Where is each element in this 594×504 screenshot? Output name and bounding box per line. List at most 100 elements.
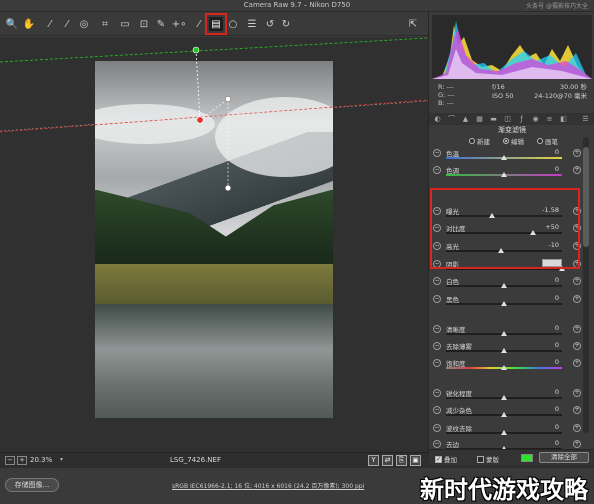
decrease-icon[interactable]: − bbox=[433, 207, 441, 215]
copy-settings-icon[interactable]: ⎘ bbox=[396, 455, 407, 466]
increase-icon[interactable]: + bbox=[573, 224, 581, 232]
decrease-icon[interactable]: − bbox=[433, 149, 441, 157]
spot-removal-tool-icon[interactable]: ✎ bbox=[154, 17, 168, 31]
mode-radio-1[interactable]: 编辑 bbox=[503, 136, 524, 146]
increase-icon[interactable]: + bbox=[573, 440, 581, 448]
mask-checkbox[interactable]: 蒙版 bbox=[477, 454, 499, 464]
slider-thumb[interactable] bbox=[489, 213, 496, 218]
slider-value[interactable]: 0 bbox=[529, 276, 559, 284]
slider-value[interactable]: 0 bbox=[529, 388, 559, 396]
increase-icon[interactable]: + bbox=[573, 149, 581, 157]
slider-value[interactable]: 0 bbox=[529, 148, 559, 156]
slider-thumb[interactable] bbox=[501, 348, 507, 353]
decrease-icon[interactable]: − bbox=[433, 325, 441, 333]
slider-thumb[interactable] bbox=[501, 331, 507, 336]
graduated-filter-overlay[interactable] bbox=[0, 37, 428, 452]
decrease-icon[interactable]: − bbox=[433, 440, 441, 448]
decrease-icon[interactable]: − bbox=[433, 166, 441, 174]
before-after-y-button[interactable]: Y bbox=[368, 455, 379, 466]
slider-value[interactable]: -10 bbox=[529, 241, 559, 249]
straighten-tool-icon[interactable]: ▭ bbox=[118, 17, 132, 31]
increase-icon[interactable]: + bbox=[573, 389, 581, 397]
swap-icon[interactable]: ⇄ bbox=[382, 455, 393, 466]
effects-tab-icon[interactable]: ƒ bbox=[517, 115, 526, 123]
decrease-icon[interactable]: − bbox=[433, 359, 441, 367]
rotate-left-icon[interactable]: ↺ bbox=[263, 17, 277, 31]
overlay-checkbox[interactable]: ✓ 叠加 bbox=[435, 454, 457, 464]
slider-value[interactable]: 0 bbox=[529, 358, 559, 366]
slider-track[interactable] bbox=[446, 268, 562, 270]
slider-thumb[interactable] bbox=[501, 283, 507, 288]
color-sampler-tool-icon[interactable]: ⁄ bbox=[60, 17, 74, 31]
increase-icon[interactable]: + bbox=[573, 342, 581, 350]
hsl-tab-icon[interactable]: ▦ bbox=[475, 115, 484, 123]
decrease-icon[interactable]: − bbox=[433, 260, 441, 268]
basic-tab-icon[interactable]: ◐ bbox=[433, 115, 442, 123]
slider-value[interactable]: -1.58 bbox=[529, 206, 559, 214]
slider-value[interactable]: 0 bbox=[529, 439, 559, 447]
adjustment-brush-tool-icon[interactable]: ⁄ bbox=[192, 17, 206, 31]
mode-radio-0[interactable]: 新建 bbox=[469, 136, 490, 146]
decrease-icon[interactable]: − bbox=[433, 406, 441, 414]
decrease-icon[interactable]: − bbox=[433, 342, 441, 350]
targeted-adjustment-tool-icon[interactable]: ◎ bbox=[77, 17, 91, 31]
mode-radio-2[interactable]: 画笔 bbox=[537, 136, 558, 146]
increase-icon[interactable]: + bbox=[573, 295, 581, 303]
slider-track[interactable] bbox=[446, 232, 562, 234]
slider-thumb[interactable] bbox=[501, 301, 507, 306]
save-image-button[interactable]: 存储图像... bbox=[5, 478, 59, 492]
fullscreen-toggle-icon[interactable]: ⇱ bbox=[406, 17, 420, 31]
slider-value[interactable]: 0 bbox=[529, 324, 559, 332]
lens-tab-icon[interactable]: ◫ bbox=[503, 115, 512, 123]
zoom-in-button[interactable]: + bbox=[17, 456, 27, 465]
increase-icon[interactable]: + bbox=[573, 242, 581, 250]
transform-tool-icon[interactable]: ⊡ bbox=[137, 17, 151, 31]
increase-icon[interactable]: + bbox=[573, 166, 581, 174]
snapshots-tab-icon[interactable]: ◧ bbox=[559, 115, 568, 123]
zoom-out-button[interactable]: − bbox=[5, 456, 15, 465]
preferences-icon[interactable]: ☰ bbox=[245, 17, 259, 31]
slider-thumb[interactable] bbox=[501, 430, 507, 435]
image-canvas[interactable] bbox=[0, 37, 428, 452]
slider-track[interactable] bbox=[446, 215, 562, 217]
scrollbar-thumb[interactable] bbox=[583, 147, 589, 247]
radial-filter-tool-icon[interactable]: ○ bbox=[226, 17, 240, 31]
white-balance-tool-icon[interactable]: ⁄ bbox=[43, 17, 57, 31]
slider-value[interactable]: 0 bbox=[529, 294, 559, 302]
graduated-filter-tool-icon[interactable]: ▤ bbox=[205, 13, 227, 35]
tone-curve-tab-icon[interactable]: ⌒ bbox=[447, 115, 456, 123]
split-toning-tab-icon[interactable]: ▬ bbox=[489, 115, 498, 123]
decrease-icon[interactable]: − bbox=[433, 277, 441, 285]
slider-thumb[interactable] bbox=[501, 172, 507, 177]
crop-tool-icon[interactable]: ⌗ bbox=[98, 17, 112, 31]
decrease-icon[interactable]: − bbox=[433, 295, 441, 303]
camera-calibration-tab-icon[interactable]: ◉ bbox=[531, 115, 540, 123]
slider-value[interactable]: 0 bbox=[529, 405, 559, 413]
slider-value[interactable]: 0 bbox=[529, 165, 559, 173]
clear-all-button[interactable]: 清除全部 bbox=[539, 452, 589, 463]
increase-icon[interactable]: + bbox=[573, 277, 581, 285]
decrease-icon[interactable]: − bbox=[433, 389, 441, 397]
slider-thumb[interactable] bbox=[501, 155, 507, 160]
slider-thumb[interactable] bbox=[497, 248, 504, 253]
preview-toggle-icon[interactable]: ▣ bbox=[410, 455, 421, 466]
slider-value[interactable]: 0 bbox=[529, 423, 559, 431]
increase-icon[interactable]: + bbox=[573, 406, 581, 414]
increase-icon[interactable]: + bbox=[573, 207, 581, 215]
slider-thumb[interactable] bbox=[559, 266, 565, 271]
zoom-tool-icon[interactable]: 🔍 bbox=[5, 17, 19, 31]
panel-menu-icon[interactable]: ☰ bbox=[581, 115, 590, 123]
slider-track[interactable] bbox=[446, 250, 562, 252]
rotate-right-icon[interactable]: ↻ bbox=[279, 17, 293, 31]
slider-thumb[interactable] bbox=[501, 365, 507, 370]
red-eye-tool-icon[interactable]: +∘ bbox=[172, 17, 187, 31]
increase-icon[interactable]: + bbox=[573, 325, 581, 333]
slider-thumb[interactable] bbox=[530, 230, 536, 235]
decrease-icon[interactable]: − bbox=[433, 242, 441, 250]
slider-thumb[interactable] bbox=[501, 395, 507, 400]
increase-icon[interactable]: + bbox=[573, 260, 581, 268]
mask-color-swatch[interactable] bbox=[521, 454, 533, 462]
zoom-level[interactable]: 20.3% bbox=[30, 456, 52, 464]
increase-icon[interactable]: + bbox=[573, 359, 581, 367]
decrease-icon[interactable]: − bbox=[433, 424, 441, 432]
